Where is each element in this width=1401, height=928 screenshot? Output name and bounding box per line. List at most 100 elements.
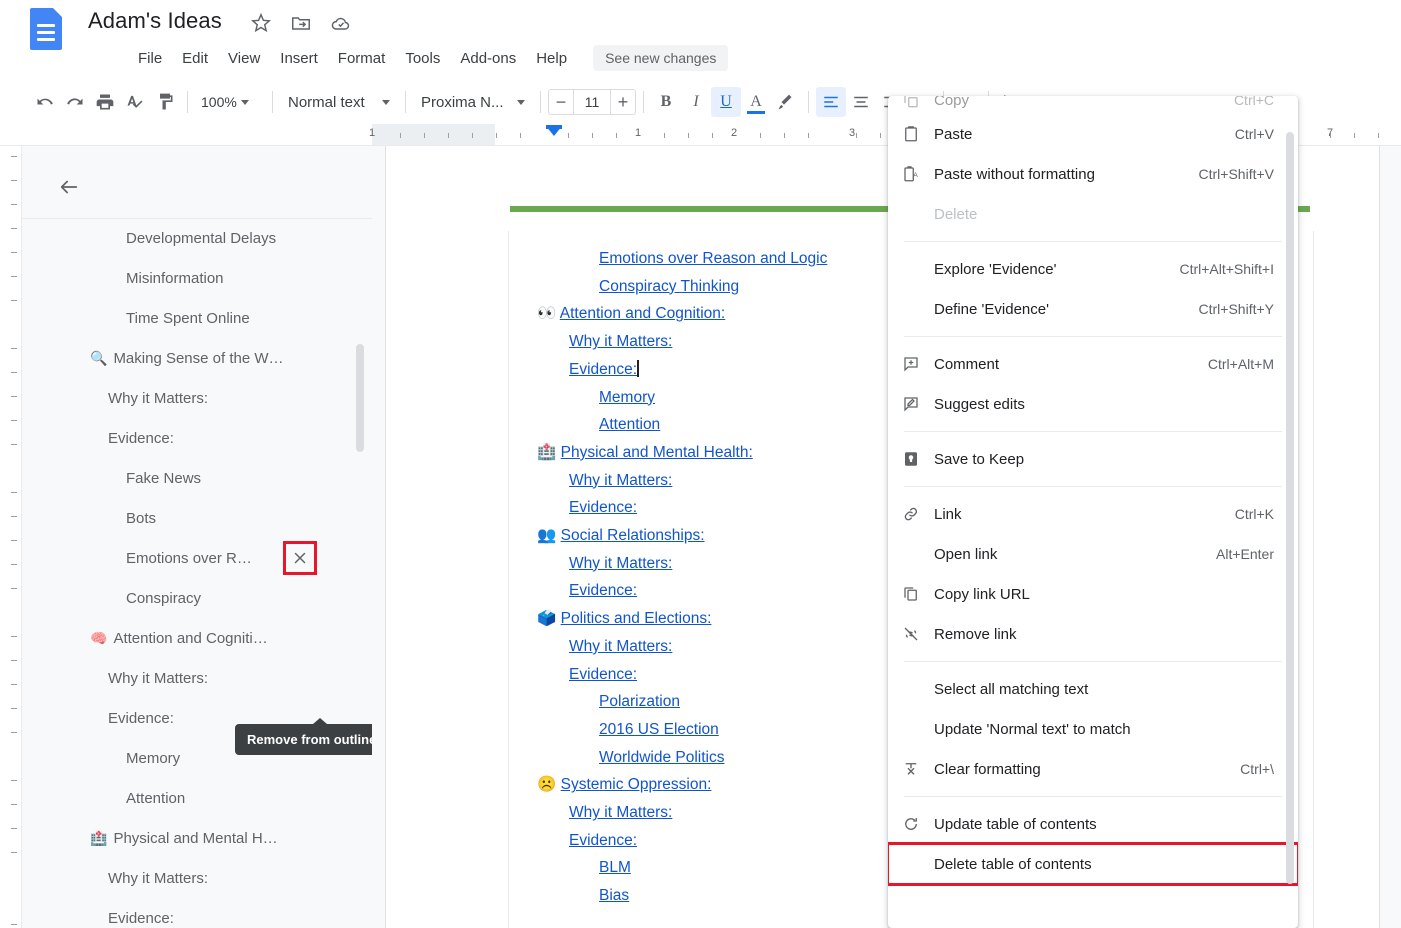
context-menu-item[interactable]: Copy link URL — [888, 574, 1298, 614]
context-menu-item[interactable]: Define 'Evidence'Ctrl+Shift+Y — [888, 289, 1298, 329]
paragraph-style-selector[interactable]: Normal text — [280, 90, 398, 115]
font-selector[interactable]: Proxima N... — [413, 90, 533, 115]
align-center-button[interactable] — [846, 87, 876, 117]
outline-item[interactable]: 🧠Attention and Cogniti… — [22, 618, 372, 658]
toc-entry-link[interactable]: Bias — [599, 887, 629, 904]
outline-item[interactable]: Time Spent Online — [22, 298, 372, 338]
context-menu-item[interactable]: Explore 'Evidence'Ctrl+Alt+Shift+I — [888, 249, 1298, 289]
context-menu-item[interactable]: PasteCtrl+V — [888, 114, 1298, 154]
toc-entry-link[interactable]: Worldwide Politics — [599, 749, 724, 766]
context-menu-item-label: Save to Keep — [934, 451, 1274, 468]
outline-item[interactable]: Misinformation — [22, 258, 372, 298]
menu-edit[interactable]: Edit — [172, 48, 218, 69]
toc-entry-link[interactable]: Evidence: — [569, 361, 637, 378]
zoom-selector[interactable]: 100% — [195, 90, 265, 114]
outline-item[interactable]: Evidence: — [22, 418, 372, 458]
toc-entry-link[interactable]: Evidence: — [569, 582, 637, 599]
menu-addons[interactable]: Add-ons — [450, 48, 526, 69]
redo-icon[interactable] — [60, 87, 90, 117]
outline-item[interactable]: Conspiracy — [22, 578, 372, 618]
menu-help[interactable]: Help — [526, 48, 577, 69]
context-menu-item[interactable]: Update 'Normal text' to match — [888, 709, 1298, 749]
left-indent-marker[interactable] — [546, 126, 562, 136]
outline-item[interactable]: Evidence: — [22, 898, 372, 928]
cloud-saved-icon[interactable] — [330, 12, 352, 34]
outline-item[interactable]: Attention — [22, 778, 372, 818]
see-new-changes-button[interactable]: See new changes — [593, 45, 728, 71]
context-menu-item[interactable]: LinkCtrl+K — [888, 494, 1298, 534]
context-menu-item[interactable]: Suggest edits — [888, 384, 1298, 424]
toc-entry-link[interactable]: BLM — [599, 859, 631, 876]
toc-entry-link[interactable]: Why it Matters: — [569, 555, 672, 572]
font-size-increase-button[interactable]: + — [611, 90, 635, 114]
toc-entry-link[interactable]: Social Relationships: — [561, 527, 705, 544]
menu-file[interactable]: File — [128, 48, 172, 69]
document-outline-panel: Developmental DelaysMisinformationTime S… — [22, 146, 372, 928]
outline-item[interactable]: Fake News — [22, 458, 372, 498]
context-menu-item[interactable]: CommentCtrl+Alt+M — [888, 344, 1298, 384]
move-to-folder-icon[interactable] — [290, 12, 312, 34]
context-menu-scrollbar[interactable] — [1286, 132, 1294, 884]
highlight-icon[interactable] — [771, 87, 801, 117]
menu-tools[interactable]: Tools — [395, 48, 450, 69]
context-menu-item[interactable]: Update table of contents — [888, 804, 1298, 844]
toc-entry-link[interactable]: Evidence: — [569, 832, 637, 849]
context-menu-item[interactable]: Delete table of contents — [888, 844, 1298, 884]
toc-entry-link[interactable]: Conspiracy Thinking — [599, 278, 739, 295]
context-menu-item[interactable]: Clear formattingCtrl+\ — [888, 749, 1298, 789]
outline-item[interactable]: Why it Matters: — [22, 658, 372, 698]
toc-entry-link[interactable]: Memory — [599, 389, 655, 406]
toc-entry-link[interactable]: Why it Matters: — [569, 333, 672, 350]
menu-insert[interactable]: Insert — [270, 48, 328, 69]
toc-entry-link[interactable]: Politics and Elections: — [561, 610, 712, 627]
toc-entry-emoji-icon: 🗳️ — [537, 610, 556, 627]
align-left-button[interactable] — [816, 87, 846, 117]
toc-entry-link[interactable]: Attention — [599, 416, 660, 433]
toc-entry-link[interactable]: Why it Matters: — [569, 472, 672, 489]
text-color-button[interactable]: A — [741, 87, 771, 117]
context-menu-item[interactable]: CopyCtrl+C — [888, 96, 1298, 114]
outline-item[interactable]: Bots — [22, 498, 372, 538]
toc-entry-link[interactable]: Why it Matters: — [569, 638, 672, 655]
bold-button[interactable]: B — [651, 87, 681, 117]
spellcheck-icon[interactable] — [120, 87, 150, 117]
underline-button[interactable]: U — [711, 87, 741, 117]
outline-list: Developmental DelaysMisinformationTime S… — [22, 218, 372, 928]
paint-format-icon[interactable] — [150, 87, 180, 117]
toc-entry-link[interactable]: Polarization — [599, 693, 680, 710]
outline-item[interactable]: 🔍Making Sense of the W… — [22, 338, 372, 378]
outline-item[interactable]: Emotions over R… — [22, 538, 372, 578]
menu-format[interactable]: Format — [328, 48, 396, 69]
context-menu-item[interactable]: APaste without formattingCtrl+Shift+V — [888, 154, 1298, 194]
toc-entry-link[interactable]: Physical and Mental Health: — [561, 444, 753, 461]
context-menu-item[interactable]: Remove link — [888, 614, 1298, 654]
toc-entry-link[interactable]: Emotions over Reason and Logic — [599, 250, 827, 267]
toc-entry-link[interactable]: Systemic Oppression: — [561, 776, 712, 793]
outline-item[interactable]: Developmental Delays — [22, 218, 372, 258]
font-size-value[interactable]: 11 — [573, 90, 611, 114]
toc-entry-link[interactable]: Evidence: — [569, 666, 637, 683]
star-icon[interactable] — [250, 12, 272, 34]
context-menu-item[interactable]: Select all matching text — [888, 669, 1298, 709]
toc-entry-link[interactable]: 2016 US Election — [599, 721, 719, 738]
toc-entry-link[interactable]: Why it Matters: — [569, 804, 672, 821]
outline-item[interactable]: 🏥Physical and Mental H… — [22, 818, 372, 858]
undo-icon[interactable] — [30, 87, 60, 117]
document-title[interactable]: Adam's Ideas — [88, 8, 222, 34]
outline-item-emoji-icon: 🔍 — [90, 350, 107, 367]
menu-view[interactable]: View — [218, 48, 270, 69]
remove-from-outline-button[interactable] — [286, 544, 314, 572]
print-icon[interactable] — [90, 87, 120, 117]
back-arrow-icon[interactable] — [52, 170, 86, 204]
font-size-decrease-button[interactable]: − — [549, 90, 573, 114]
outline-item[interactable]: Why it Matters: — [22, 378, 372, 418]
clear-formatting-icon — [888, 760, 934, 778]
outline-scrollbar[interactable] — [356, 344, 364, 452]
outline-item[interactable]: Why it Matters: — [22, 858, 372, 898]
toc-entry-link[interactable]: Evidence: — [569, 499, 637, 516]
context-menu-item: Delete — [888, 194, 1298, 234]
context-menu-item[interactable]: Save to Keep — [888, 439, 1298, 479]
toc-entry-link[interactable]: Attention and Cognition: — [560, 305, 725, 322]
context-menu-item[interactable]: Open linkAlt+Enter — [888, 534, 1298, 574]
italic-button[interactable]: I — [681, 87, 711, 117]
